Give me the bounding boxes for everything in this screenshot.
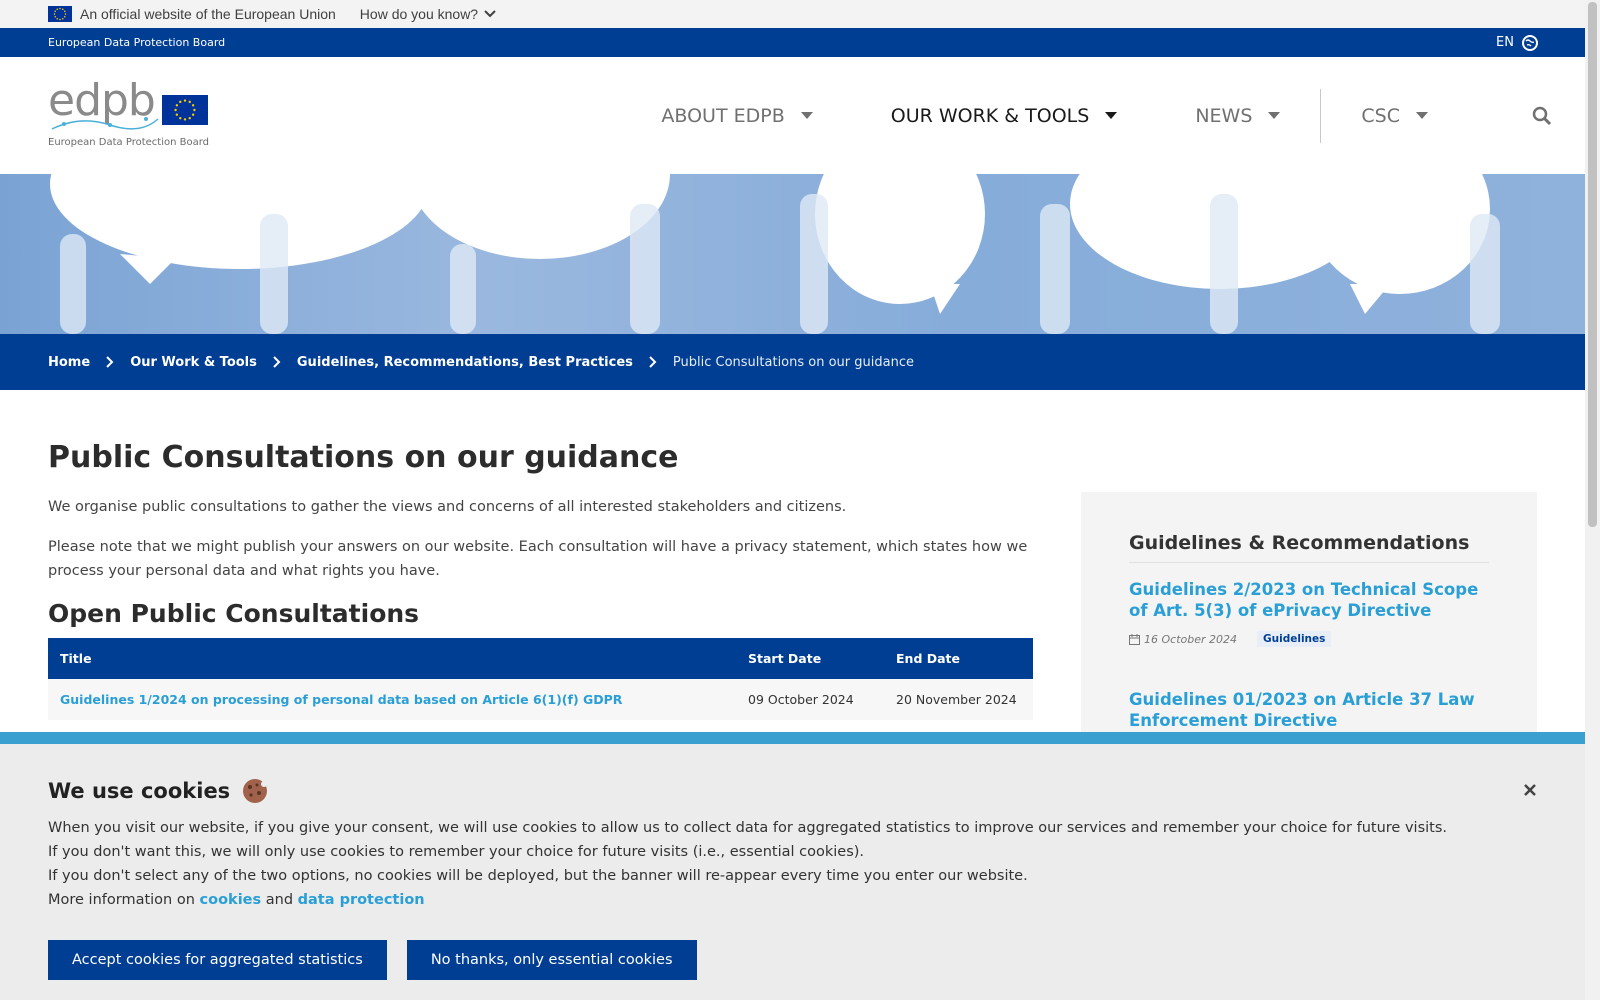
language-code: EN bbox=[1496, 35, 1514, 50]
speech-bubbles-illustration bbox=[50, 174, 1500, 334]
how-do-you-know-label: How do you know? bbox=[359, 6, 479, 22]
chevron-right-icon bbox=[273, 356, 281, 368]
how-do-you-know-toggle[interactable]: How do you know? bbox=[360, 6, 496, 22]
close-icon bbox=[1524, 784, 1536, 796]
caret-down-icon bbox=[800, 112, 813, 119]
page-scrollbar[interactable] bbox=[1585, 0, 1600, 1000]
table-row: Guidelines 1/2024 on processing of perso… bbox=[48, 679, 1033, 720]
nav-label: ABOUT EDPB bbox=[661, 104, 785, 127]
edpb-logo[interactable]: edpb European Data Protection Board bbox=[48, 79, 210, 149]
nav-our-work-tools[interactable]: OUR WORK & TOOLS bbox=[891, 105, 1118, 127]
cookies-link[interactable]: cookies bbox=[200, 892, 262, 908]
breadcrumb-our-work-tools[interactable]: Our Work & Tools bbox=[130, 355, 257, 370]
caret-down-icon bbox=[1268, 112, 1281, 119]
cookie-more-info: More information on cookies and data pro… bbox=[48, 888, 1537, 912]
breadcrumb-home[interactable]: Home bbox=[48, 355, 90, 370]
essential-cookies-button[interactable]: No thanks, only essential cookies bbox=[406, 940, 697, 980]
cookie-title-text: We use cookies bbox=[48, 779, 231, 803]
and-text: and bbox=[265, 892, 294, 908]
table-cell-start-date: 09 October 2024 bbox=[736, 679, 884, 720]
sidebar-item-date: 16 October 2024 bbox=[1144, 632, 1238, 646]
sidebar-item-guidelines-01-2023[interactable]: Guidelines 01/2023 on Article 37 Law Enf… bbox=[1129, 689, 1489, 731]
breadcrumb-current: Public Consultations on our guidance bbox=[672, 354, 914, 370]
chevron-right-icon bbox=[649, 356, 657, 368]
logo-subtitle: European Data Protection Board bbox=[48, 137, 210, 148]
site-header: edpb European Data Protection Board ABOU… bbox=[0, 57, 1600, 174]
main-content: Public Consultations on our guidance We … bbox=[48, 440, 1033, 720]
page-title: Public Consultations on our guidance bbox=[48, 440, 679, 475]
breadcrumb: Home Our Work & Tools Guidelines, Recomm… bbox=[0, 334, 1600, 390]
intro-paragraph: We organise public consultations to gath… bbox=[48, 499, 847, 515]
scrollbar-thumb[interactable] bbox=[1588, 2, 1597, 527]
search-icon bbox=[1532, 106, 1552, 125]
nav-divider bbox=[1320, 88, 1322, 143]
hero-banner-image bbox=[0, 174, 1600, 334]
nav-csc[interactable]: CSC bbox=[1361, 105, 1428, 127]
nav-label: OUR WORK & TOOLS bbox=[890, 104, 1090, 127]
chevron-down-icon bbox=[484, 10, 496, 18]
main-nav: ABOUT EDPB OUR WORK & TOOLS NEWS CSC bbox=[583, 57, 1552, 174]
category-badge[interactable]: Guidelines bbox=[1257, 631, 1332, 647]
table-cell-title: Guidelines 1/2024 on processing of perso… bbox=[48, 679, 736, 720]
nav-news[interactable]: NEWS bbox=[1195, 104, 1281, 127]
table-cell-end-date: 20 November 2024 bbox=[884, 679, 1033, 720]
section-title: Open Public Consultations bbox=[48, 599, 420, 628]
search-button[interactable] bbox=[1532, 106, 1552, 126]
eu-official-text: An official website of the European Unio… bbox=[80, 6, 336, 22]
chevron-right-icon bbox=[106, 356, 114, 368]
nav-label: NEWS bbox=[1195, 104, 1253, 127]
column-header-start-date: Start Date bbox=[736, 638, 884, 679]
cookie-banner-title: We use cookies bbox=[48, 778, 1537, 804]
cookie-buttons: Accept cookies for aggregated statistics… bbox=[48, 940, 1537, 980]
calendar-icon bbox=[1129, 633, 1140, 645]
cookie-text-line: If you don't select any of the two optio… bbox=[48, 868, 1028, 884]
sidebar-item-guidelines-2-2023[interactable]: Guidelines 2/2023 on Technical Scope of … bbox=[1129, 579, 1489, 621]
logo-eu-flag-icon bbox=[162, 95, 208, 125]
eu-flag-icon bbox=[48, 6, 72, 22]
globe-icon bbox=[1522, 34, 1538, 51]
data-protection-link[interactable]: data protection bbox=[298, 892, 425, 908]
caret-down-icon bbox=[1105, 112, 1118, 119]
more-info-prefix: More information on bbox=[48, 892, 195, 908]
sidebar-title: Guidelines & Recommendations bbox=[1129, 532, 1489, 563]
language-selector[interactable]: EN bbox=[1496, 34, 1538, 51]
privacy-paragraph: Please note that we might publish your a… bbox=[48, 539, 1028, 579]
guidelines-sidebar: Guidelines & Recommendations Guidelines … bbox=[1081, 492, 1537, 752]
cookie-icon bbox=[243, 779, 268, 803]
cookie-text-line: When you visit our website, if you give … bbox=[48, 820, 1447, 836]
caret-down-icon bbox=[1416, 112, 1428, 119]
accept-cookies-button[interactable]: Accept cookies for aggregated statistics bbox=[48, 940, 387, 980]
close-button[interactable] bbox=[1523, 782, 1537, 801]
org-name: European Data Protection Board bbox=[48, 36, 226, 49]
top-strip: European Data Protection Board EN bbox=[0, 28, 1600, 57]
column-header-title: Title bbox=[48, 638, 736, 679]
cookie-banner: We use cookies When you visit our websit… bbox=[0, 732, 1585, 1000]
cookie-text-line: If you don't want this, we will only use… bbox=[48, 844, 865, 860]
breadcrumb-guidelines[interactable]: Guidelines, Recommendations, Best Practi… bbox=[297, 355, 633, 370]
table-header-row: Title Start Date End Date bbox=[48, 638, 1033, 679]
column-header-end-date: End Date bbox=[884, 638, 1033, 679]
consultation-link[interactable]: Guidelines 1/2024 on processing of perso… bbox=[60, 692, 622, 707]
sidebar-item-meta: 16 October 2024 Guidelines bbox=[1129, 631, 1489, 647]
nav-about-edpb[interactable]: ABOUT EDPB bbox=[661, 104, 813, 127]
nav-label: CSC bbox=[1361, 104, 1400, 127]
logo-swoosh-icon bbox=[51, 117, 159, 130]
consultations-table: Title Start Date End Date Guidelines 1/2… bbox=[48, 638, 1033, 720]
eu-official-bar: An official website of the European Unio… bbox=[0, 0, 1600, 28]
